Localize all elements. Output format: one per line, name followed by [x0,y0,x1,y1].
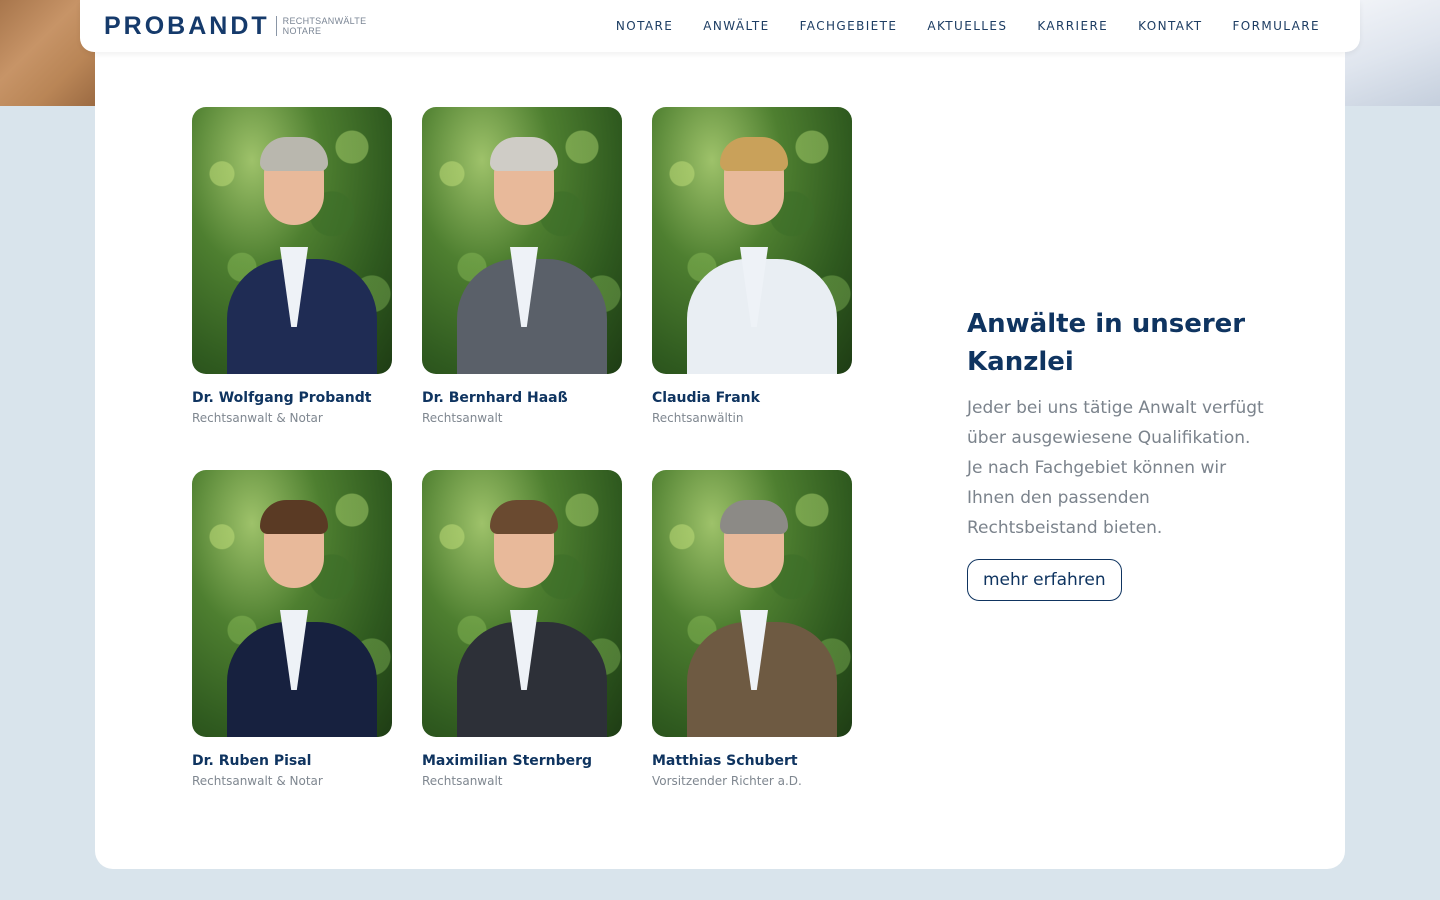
lawyer-role: Rechtsanwalt & Notar [192,774,323,788]
lawyer-photo[interactable] [422,470,622,737]
lawyers-intro: Anwälte in unserer Kanzlei Jeder bei uns… [967,305,1267,601]
lawyer-photo[interactable] [652,107,852,374]
lawyer-photo[interactable] [192,107,392,374]
logo[interactable]: PROBANDT RECHTSANWÄLTE NOTARE [104,12,366,41]
logo-subtitle-line-1: RECHTSANWÄLTE [282,16,367,26]
main-nav: NOTARE ANWÄLTE FACHGEBIETE AKTUELLES KAR… [586,19,1320,33]
lawyer-name[interactable]: Maximilian Sternberg [422,753,622,769]
section-text: Jeder bei uns tätige Anwalt verfügt über… [967,398,1264,538]
lawyer-name[interactable]: Dr. Wolfgang Probandt [192,390,392,406]
lawyer-photo[interactable] [422,107,622,374]
logo-wordmark: PROBANDT [104,11,270,40]
lawyer-photo[interactable] [192,470,392,737]
nav-item-fachgebiete[interactable]: FACHGEBIETE [800,19,898,33]
lawyer-card[interactable]: Dr. Wolfgang Probandt Rechtsanwalt & Not… [192,107,392,425]
lawyer-role: Rechtsanwältin [652,411,744,425]
lawyer-card[interactable]: Claudia Frank Rechtsanwältin [652,107,852,425]
lawyer-card[interactable]: Dr. Ruben Pisal Rechtsanwalt & Notar [192,470,392,788]
lawyer-card[interactable]: Dr. Bernhard Haaß Rechtsanwalt [422,107,622,425]
nav-item-aktuelles[interactable]: AKTUELLES [927,19,1007,33]
lawyer-name[interactable]: Matthias Schubert [652,753,852,769]
logo-subtitle: RECHTSANWÄLTE NOTARE [275,16,367,36]
more-info-button[interactable]: mehr erfahren [967,559,1122,601]
lawyer-card[interactable]: Matthias Schubert Vorsitzender Richter a… [652,470,852,788]
lawyer-name[interactable]: Dr. Bernhard Haaß [422,390,622,406]
lawyer-photo[interactable] [652,470,852,737]
navbar: PROBANDT RECHTSANWÄLTE NOTARE NOTARE ANW… [80,0,1360,52]
nav-item-formulare[interactable]: FORMULARE [1232,19,1320,33]
section-heading: Anwälte in unserer Kanzlei [967,309,1246,377]
logo-subtitle-line-2: NOTARE [282,26,322,36]
nav-item-kontakt[interactable]: KONTAKT [1138,19,1202,33]
lawyer-role: Rechtsanwalt & Notar [192,411,323,425]
lawyer-name[interactable]: Dr. Ruben Pisal [192,753,392,769]
nav-item-karriere[interactable]: KARRIERE [1037,19,1108,33]
lawyer-role: Rechtsanwalt [422,774,503,788]
lawyer-name[interactable]: Claudia Frank [652,390,852,406]
nav-item-anwaelte[interactable]: ANWÄLTE [703,19,769,33]
nav-item-notare[interactable]: NOTARE [616,19,673,33]
lawyer-role: Rechtsanwalt [422,411,503,425]
lawyer-card[interactable]: Maximilian Sternberg Rechtsanwalt [422,470,622,788]
lawyer-role: Vorsitzender Richter a.D. [652,774,802,788]
